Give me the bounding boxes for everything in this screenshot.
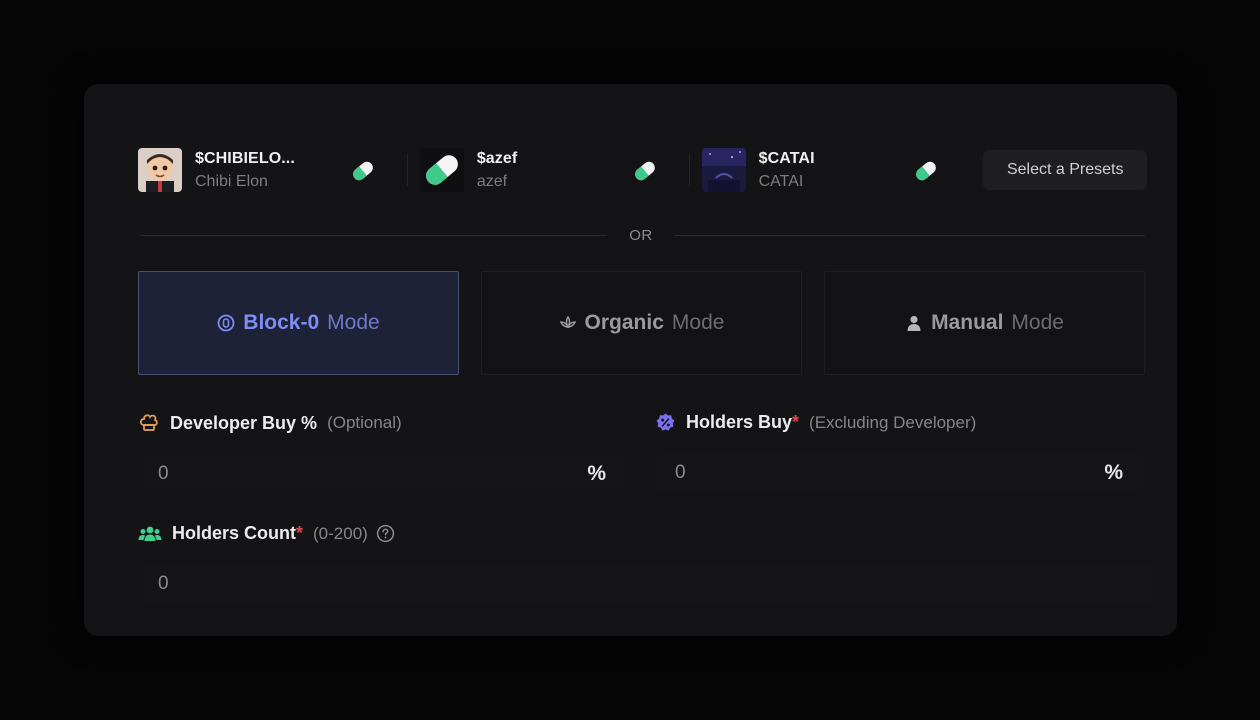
or-label: OR <box>629 226 653 244</box>
preset-name: azef <box>476 172 508 190</box>
percent-unit: % <box>1104 461 1123 484</box>
divider-line <box>675 234 1145 236</box>
preset-azef[interactable]: $azef azef <box>406 146 702 194</box>
required-mark: * <box>296 523 304 543</box>
mode-suffix: Mode <box>327 311 380 334</box>
preset-name: CATAI <box>758 172 804 190</box>
field-hint: (Optional) <box>327 413 402 432</box>
user-icon <box>905 314 923 332</box>
preset-symbol: $azef <box>476 149 518 167</box>
users-group-icon <box>138 524 162 544</box>
preset-symbol: $CATAI <box>758 149 815 167</box>
preset-catai[interactable]: $CATAI CATAI <box>688 146 984 194</box>
holders-count-field: Holders Count * (0-200) 0 <box>138 523 1156 604</box>
developer-buy-input[interactable]: 0 % <box>138 454 626 494</box>
pill-icon[interactable] <box>630 156 660 186</box>
mode-suffix: Mode <box>1011 311 1064 334</box>
holders-buy-input[interactable]: 0 % <box>655 453 1143 493</box>
required-mark: * <box>792 412 800 432</box>
catai-avatar <box>701 148 746 192</box>
input-value: 0 <box>158 573 169 594</box>
percent-unit: % <box>587 462 606 485</box>
developer-buy-field: Developer Buy % (Optional) 0 % <box>138 412 626 494</box>
holders-count-input[interactable]: 0 <box>138 564 1156 604</box>
pill-avatar <box>419 148 464 192</box>
mode-title: Manual <box>931 311 1004 334</box>
help-circle-icon[interactable] <box>376 524 395 543</box>
preset-symbol: $CHIBIELO... <box>195 149 295 167</box>
mode-suffix: Mode <box>671 311 725 334</box>
field-label: Holders Count <box>172 523 296 543</box>
preset-name: Chibi Elon <box>195 172 268 190</box>
preset-chibi-elon[interactable]: $CHIBIELO... Chibi Elon <box>138 146 420 194</box>
divider-line <box>140 234 607 236</box>
input-value: 0 <box>675 462 686 483</box>
input-value: 0 <box>158 463 169 484</box>
token-launch-card: $CHIBIELO... Chibi Elon $azef azef $CATA… <box>84 84 1177 636</box>
field-hint: (0-200) <box>313 523 368 543</box>
lotus-icon <box>559 314 577 332</box>
field-label: Developer Buy % <box>170 412 318 433</box>
coin-icon <box>217 314 235 332</box>
pill-icon[interactable] <box>911 156 941 186</box>
mode-selector: Block-0 Mode Organic Mode Manual Mode <box>138 271 1145 375</box>
holders-buy-field: Holders Buy * (Excluding Developer) 0 % <box>655 412 1143 493</box>
mode-manual[interactable]: Manual Mode <box>824 271 1145 375</box>
select-presets-button[interactable]: Select a Presets <box>983 150 1147 190</box>
discount-badge-icon <box>655 412 676 433</box>
or-divider: OR <box>140 224 1145 246</box>
mode-title: Organic <box>584 311 664 334</box>
chibi-elon-avatar <box>138 148 182 192</box>
field-label: Holders Buy <box>686 412 793 432</box>
presets-row: $CHIBIELO... Chibi Elon $azef azef $CATA… <box>138 146 1147 194</box>
mode-organic[interactable]: Organic Mode <box>481 271 802 375</box>
field-hint: (Excluding Developer) <box>809 412 977 432</box>
chef-hat-icon <box>138 412 160 434</box>
mode-title: Block-0 <box>243 311 320 334</box>
mode-block-0[interactable]: Block-0 Mode <box>138 271 459 375</box>
pill-icon[interactable] <box>348 156 378 186</box>
